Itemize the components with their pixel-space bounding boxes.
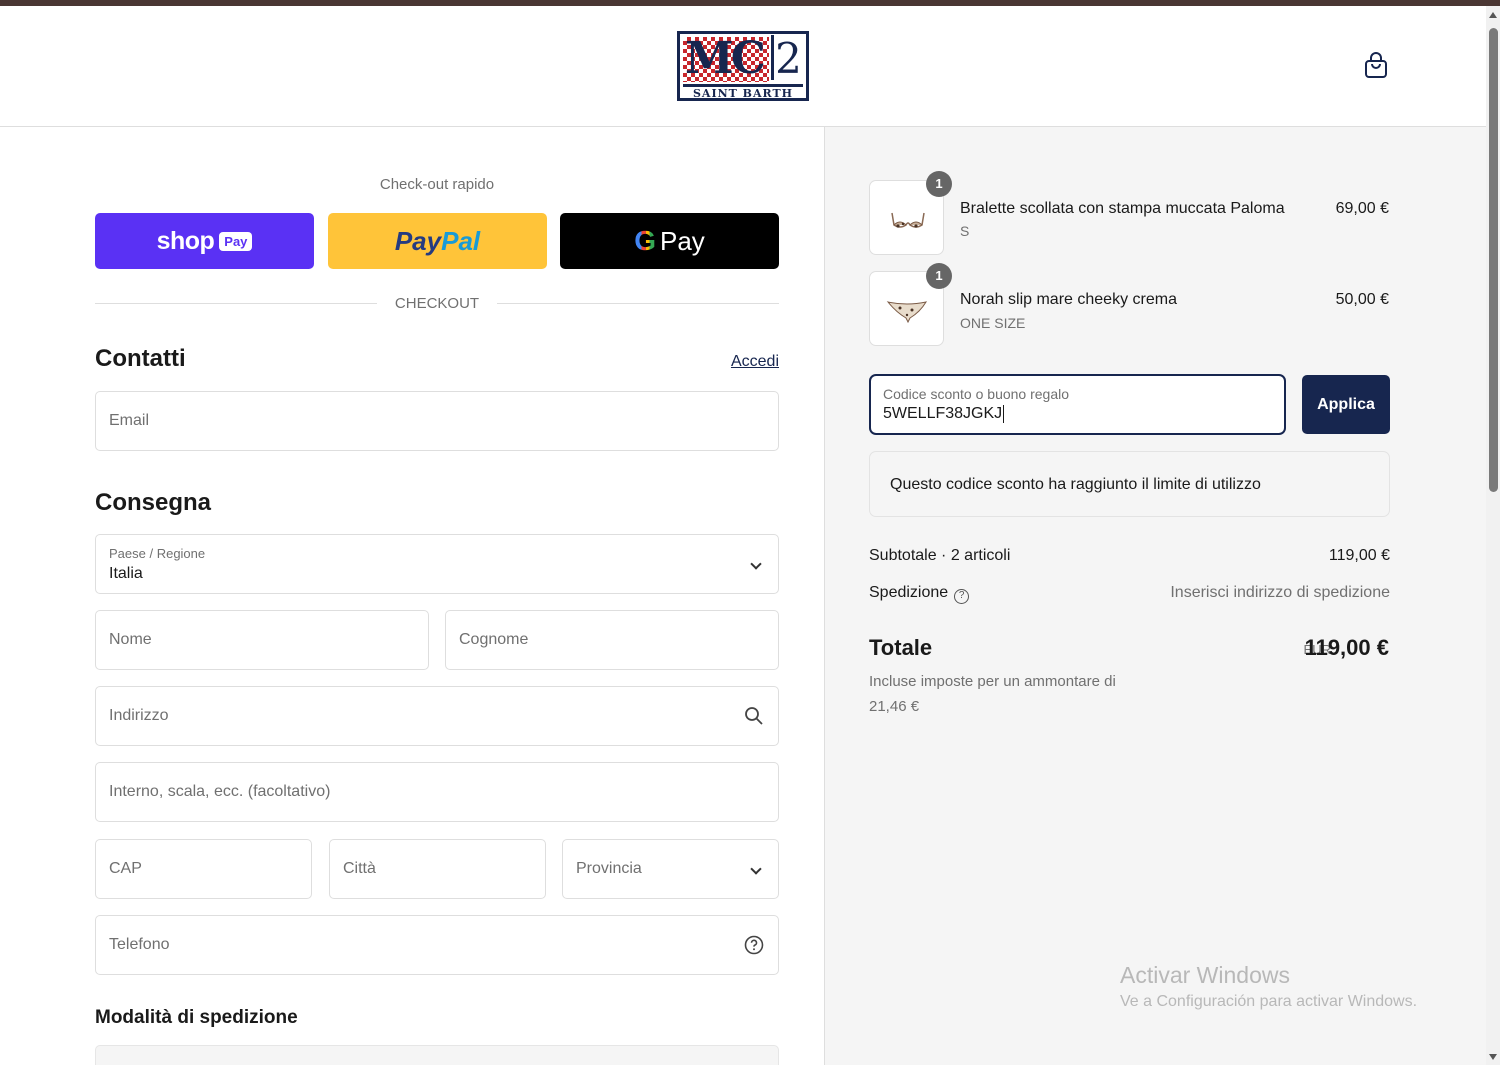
logo-two-text: 2	[771, 35, 803, 83]
product-variant: ONE SIZE	[960, 315, 1026, 331]
zip-placeholder: CAP	[109, 860, 142, 877]
country-select[interactable]: Paese / Regione Italia	[95, 534, 779, 594]
site-header: MC 2 SAINT BARTH	[0, 6, 1486, 127]
total-label: Totale	[869, 635, 933, 660]
shipping-method-title: Modalità di spedizione	[95, 1007, 298, 1028]
shipping-label: Spedizione	[869, 584, 949, 601]
email-field[interactable]: Email	[95, 391, 779, 451]
province-placeholder: Provincia	[576, 860, 642, 877]
logo-subtitle: SAINT BARTH	[683, 84, 803, 100]
first-name-field[interactable]: Nome	[95, 610, 429, 670]
discount-error-text: Questo codice sconto ha raggiunto il lim…	[890, 476, 1261, 493]
shop-pay-badge: Pay	[219, 231, 253, 251]
apply-discount-button[interactable]: Applica	[1302, 375, 1390, 434]
discount-code-value: 5WELLF38JGKJ	[883, 405, 1005, 423]
address-placeholder: Indirizzo	[109, 707, 169, 724]
total-value: 119,00 €	[1304, 635, 1389, 660]
shopping-bag-icon[interactable]	[1364, 52, 1388, 80]
subtotal-row: Subtotale · 2 articoli 119,00 €	[869, 547, 1390, 565]
shop-pay-button[interactable]: shop Pay	[95, 213, 314, 269]
windows-activation-watermark: Activar Windows Ve a Configuración para …	[1120, 962, 1417, 1011]
address-field[interactable]: Indirizzo	[95, 686, 779, 746]
watermark-subtitle: Ve a Configuración para activar Windows.	[1120, 993, 1418, 1010]
delivery-title: Consegna	[95, 489, 212, 516]
phone-field[interactable]: Telefono	[95, 915, 779, 975]
order-summary-panel: 1 Bralette scollata con stampa muccata P…	[824, 127, 1486, 1065]
chevron-down-icon	[750, 558, 762, 570]
divider-line-left	[95, 302, 377, 304]
paypal-logo: PayPal	[395, 226, 480, 257]
paypal-part2: Pal	[441, 225, 481, 256]
google-g-icon: G	[634, 225, 656, 256]
divider-line-right	[497, 302, 780, 304]
contact-title: Contatti	[95, 345, 186, 372]
google-pay-word: Pay	[659, 225, 705, 256]
scrollbar-thumb[interactable]	[1489, 28, 1498, 492]
logo-mc-text: MC	[685, 33, 766, 84]
product-name: Norah slip mare cheeky crema	[960, 291, 1177, 308]
discount-error-message: Questo codice sconto ha raggiunto il lim…	[869, 451, 1390, 517]
zip-field[interactable]: CAP	[95, 839, 312, 899]
city-placeholder: Città	[343, 860, 376, 877]
discount-code-label: Codice sconto o buono regalo	[883, 386, 1070, 402]
quantity-badge: 1	[926, 263, 952, 289]
subtotal-label: Subtotale · 2 articoli	[869, 547, 1011, 564]
product-name: Bralette scollata con stampa muccata Pal…	[960, 200, 1285, 217]
help-icon[interactable]: ?	[954, 589, 970, 604]
country-label: Paese / Regione	[109, 546, 206, 561]
province-select[interactable]: Provincia	[562, 839, 779, 899]
last-name-placeholder: Cognome	[459, 631, 529, 648]
shipping-method-box	[95, 1045, 779, 1065]
discount-code-input[interactable]: Codice sconto o buono regalo 5WELLF38JGK…	[869, 374, 1286, 435]
product-variant: S	[960, 223, 970, 239]
login-link[interactable]: Accedi	[700, 353, 779, 371]
first-name-placeholder: Nome	[109, 631, 152, 648]
tax-note: Incluse imposte per un ammontare di 21,4…	[869, 673, 1116, 715]
express-checkout-label: Check-out rapido	[379, 176, 495, 193]
scroll-up-arrow-icon[interactable]	[1489, 12, 1497, 18]
product-price: 50,00 €	[1335, 291, 1389, 308]
address2-placeholder: Interno, scala, ecc. (facoltativo)	[109, 783, 331, 800]
checkout-form-panel: Check-out rapido shop Pay PayPal G Pay C…	[0, 127, 824, 1065]
checkout-divider: CHECKOUT	[95, 292, 780, 314]
phone-placeholder: Telefono	[109, 936, 170, 953]
city-field[interactable]: Città	[329, 839, 546, 899]
address2-field[interactable]: Interno, scala, ecc. (facoltativo)	[95, 762, 779, 822]
divider-label: CHECKOUT	[394, 294, 480, 312]
shop-pay-word: shop	[156, 226, 215, 255]
chevron-down-icon	[750, 863, 762, 875]
brand-logo[interactable]: MC 2 SAINT BARTH	[677, 31, 809, 101]
quantity-badge: 1	[926, 171, 952, 197]
email-placeholder: Email	[109, 412, 150, 429]
paypal-part1: Pay	[394, 225, 442, 256]
paypal-button[interactable]: PayPal	[328, 213, 547, 269]
shipping-value: Inserisci indirizzo di spedizione	[1170, 584, 1390, 601]
shipping-row: Spedizione? Inserisci indirizzo di spedi…	[869, 584, 1390, 604]
last-name-field[interactable]: Cognome	[445, 610, 779, 670]
watermark-title: Activar Windows	[1120, 962, 1290, 988]
google-pay-button[interactable]: G Pay	[560, 213, 779, 269]
subtotal-value: 119,00 €	[1328, 547, 1390, 564]
page-scrollbar[interactable]	[1486, 6, 1500, 1065]
search-icon	[744, 706, 764, 726]
product-price: 69,00 €	[1335, 200, 1389, 217]
scroll-down-arrow-icon[interactable]	[1489, 1054, 1497, 1060]
country-value: Italia	[109, 565, 143, 582]
help-icon[interactable]	[744, 935, 764, 955]
logo-top: MC 2	[683, 33, 803, 84]
